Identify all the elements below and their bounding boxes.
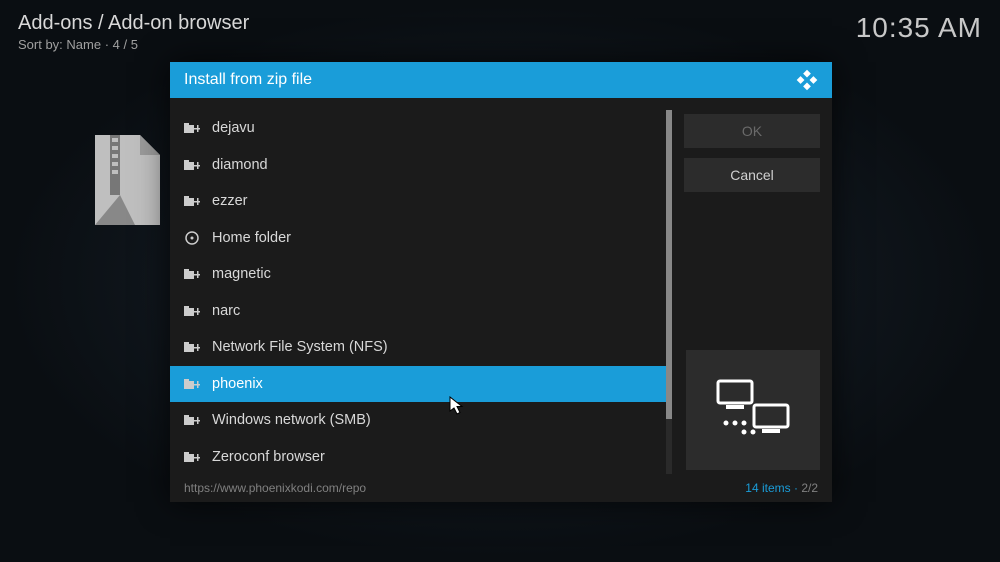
kodi-logo-icon [796, 69, 818, 91]
list-item[interactable]: diamond [170, 147, 666, 184]
network-folder-icon [184, 158, 200, 172]
list-item-label: Network File System (NFS) [212, 339, 388, 355]
network-folder-icon [184, 377, 200, 391]
sort-by-label: Sort by: Name · 4 / 5 [18, 37, 249, 52]
footer-path: https://www.phoenixkodi.com/repo [184, 481, 366, 495]
list-item-label: diamond [212, 157, 268, 173]
list-item-label: Zeroconf browser [212, 449, 325, 465]
header: Add-ons / Add-on browser Sort by: Name ·… [18, 12, 982, 52]
list-item[interactable]: Windows network (SMB) [170, 402, 666, 439]
list-item[interactable]: phoenix [170, 366, 666, 403]
dialog-titlebar: Install from zip file [170, 62, 832, 98]
list-item-label: phoenix [212, 376, 263, 392]
network-folder-icon [184, 121, 200, 135]
network-folder-icon [184, 450, 200, 464]
preview-panel [686, 350, 820, 470]
list-item-label: dejavu [212, 120, 255, 136]
list-item-label: narc [212, 303, 240, 319]
clock: 10:35 AM [856, 12, 982, 44]
list-item[interactable]: dejavu [170, 110, 666, 147]
network-folder-icon [184, 267, 200, 281]
network-folder-icon [184, 304, 200, 318]
list-item[interactable]: narc [170, 293, 666, 330]
list-item[interactable]: ezzer [170, 183, 666, 220]
list-item[interactable]: Network File System (NFS) [170, 329, 666, 366]
network-folder-icon [184, 194, 200, 208]
list-item[interactable]: Home folder [170, 220, 666, 257]
scroll-thumb[interactable] [666, 110, 672, 419]
network-folder-icon [184, 340, 200, 354]
list-item-label: Home folder [212, 230, 291, 246]
footer-count: 14 items · 2/2 [745, 481, 818, 495]
file-list[interactable]: dejavu diamond ezzer Home folder magnetic nar… [170, 110, 666, 474]
list-item-label: ezzer [212, 193, 247, 209]
list-item-label: Windows network (SMB) [212, 412, 371, 428]
breadcrumb: Add-ons / Add-on browser [18, 12, 249, 35]
scrollbar[interactable] [666, 110, 672, 474]
list-item-label: magnetic [212, 266, 271, 282]
zip-thumbnail [90, 130, 165, 230]
network-folder-icon [184, 413, 200, 427]
list-item[interactable]: Zeroconf browser [170, 439, 666, 475]
cancel-button[interactable]: Cancel [684, 158, 820, 192]
dialog-footer: https://www.phoenixkodi.com/repo 14 item… [170, 474, 832, 502]
disk-icon [184, 231, 200, 245]
install-from-zip-dialog: Install from zip file dejavu diamond ezzer… [170, 62, 832, 502]
ok-button[interactable]: OK [684, 114, 820, 148]
list-item[interactable]: magnetic [170, 256, 666, 293]
dialog-title: Install from zip file [184, 71, 312, 89]
